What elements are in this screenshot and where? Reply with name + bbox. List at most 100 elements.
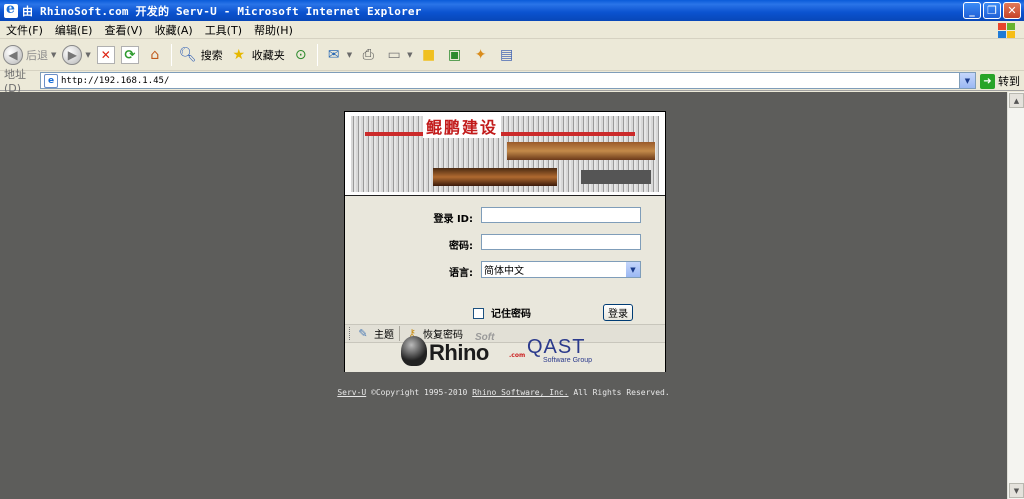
rhinosoft-logo: Soft Rhino .com bbox=[401, 332, 525, 370]
qast-logo-subtitle: Software Group bbox=[543, 357, 593, 364]
research-icon: ✦ bbox=[474, 47, 487, 63]
toolbar-separator bbox=[170, 44, 172, 66]
banner-photo bbox=[581, 170, 651, 184]
forward-arrow-icon: ▶ bbox=[62, 45, 83, 65]
toolbox-icon: ▤ bbox=[499, 47, 514, 63]
company-banner-image: 鲲鹏建设 bbox=[345, 112, 665, 196]
language-label: 语言: bbox=[449, 268, 473, 279]
theme-label: 主题 bbox=[374, 330, 394, 341]
password-label: 密码: bbox=[449, 241, 473, 252]
menu-tools[interactable]: 工具(T) bbox=[199, 22, 248, 38]
address-input[interactable]: e http://192.168.1.45/ ▼ bbox=[40, 72, 976, 89]
copyright-text: ©Copyright 1995-2010 bbox=[366, 388, 473, 397]
discuss-button[interactable]: ■ bbox=[416, 42, 442, 68]
favorites-button[interactable]: ★ 收藏夹 bbox=[226, 42, 288, 68]
history-icon: ⊙ bbox=[294, 47, 307, 63]
servu-link[interactable]: Serv-U bbox=[337, 388, 366, 397]
chevron-down-icon: ▼ bbox=[346, 51, 353, 59]
search-label: 搜索 bbox=[200, 49, 223, 62]
star-icon: ★ bbox=[232, 47, 246, 63]
address-url: http://192.168.1.45/ bbox=[61, 75, 170, 86]
footer: Serv-U ©Copyright 1995-2010 Rhino Softwa… bbox=[0, 388, 1007, 397]
refresh-icon: ⟳ bbox=[120, 46, 139, 64]
menu-edit[interactable]: 编辑(E) bbox=[49, 22, 99, 38]
go-button[interactable]: ➜ 转到 bbox=[980, 73, 1020, 89]
qast-logo-text: QAST bbox=[527, 336, 586, 358]
menu-view[interactable]: 查看(V) bbox=[98, 22, 148, 38]
password-input[interactable] bbox=[481, 234, 641, 250]
mail-button[interactable]: ✉ ▼ bbox=[321, 42, 355, 68]
windows-logo-icon bbox=[996, 22, 1016, 38]
printer-icon: ⎙ bbox=[362, 47, 374, 63]
edit-button[interactable]: ▭ ▼ bbox=[381, 42, 415, 68]
stop-button[interactable]: ✕ bbox=[94, 42, 118, 68]
messenger-button[interactable]: ▣ bbox=[442, 42, 468, 68]
remember-password-checkbox[interactable] bbox=[473, 308, 484, 319]
page-content: 鲲鹏建设 登录 ID: 密码: 语言: 简体中文 ▼ 记住密码 登录 ✎ 主题 bbox=[0, 92, 1007, 499]
scroll-down-icon[interactable]: ▼ bbox=[1009, 483, 1024, 498]
history-button[interactable]: ⊙ bbox=[288, 42, 314, 68]
mail-icon: ✉ bbox=[327, 47, 340, 63]
title-bar: 由 RhinoSoft.com 开发的 Serv-U - Microsoft I… bbox=[0, 0, 1024, 21]
tools-button[interactable]: ▤ bbox=[494, 42, 520, 68]
remember-password-label: 记住密码 bbox=[491, 309, 531, 320]
rhinosoft-link[interactable]: Rhino Software, Inc. bbox=[472, 388, 568, 397]
chevron-down-icon[interactable]: ▼ bbox=[959, 73, 975, 88]
menu-file[interactable]: 文件(F) bbox=[0, 22, 49, 38]
banner-photo bbox=[433, 168, 557, 186]
toolbar-separator bbox=[316, 44, 318, 66]
window-controls: _ ❐ ✕ bbox=[963, 2, 1021, 19]
edit-page-icon: ▭ bbox=[387, 47, 401, 63]
messenger-icon: ▣ bbox=[447, 47, 462, 63]
print-button[interactable]: ⎙ bbox=[355, 42, 381, 68]
scroll-up-icon[interactable]: ▲ bbox=[1009, 93, 1024, 108]
language-select[interactable]: 简体中文 ▼ bbox=[481, 261, 641, 278]
research-button[interactable]: ✦ bbox=[468, 42, 494, 68]
stop-icon: ✕ bbox=[96, 46, 115, 64]
back-label: 后退 bbox=[26, 49, 48, 62]
forward-button[interactable]: ▶ ▼ bbox=[59, 42, 93, 68]
login-panel: 鲲鹏建设 登录 ID: 密码: 语言: 简体中文 ▼ 记住密码 登录 ✎ 主题 bbox=[344, 111, 666, 372]
chevron-down-icon: ▼ bbox=[407, 51, 413, 59]
refresh-button[interactable]: ⟳ bbox=[118, 42, 142, 68]
logo-area: Soft Rhino .com QAST Software Group bbox=[345, 332, 665, 372]
page-icon: e bbox=[44, 73, 58, 88]
theme-icon: ✎ bbox=[358, 327, 368, 340]
login-form: 登录 ID: 密码: 语言: 简体中文 ▼ bbox=[345, 197, 665, 305]
go-arrow-icon: ➜ bbox=[980, 73, 995, 89]
rhino-mark-icon bbox=[401, 336, 427, 366]
home-icon: ⌂ bbox=[150, 47, 160, 63]
language-value: 简体中文 bbox=[484, 266, 524, 277]
address-label: 地址(D) bbox=[4, 68, 26, 95]
theme-button[interactable]: ✎ 主题 bbox=[351, 325, 399, 342]
login-id-label: 登录 ID: bbox=[433, 214, 473, 225]
toolbar: ◀ 后退 ▼ ▶ ▼ ✕ ⟳ ⌂ 🔍︎ 搜索 ★ 收藏夹 ⊙ ✉ ▼ ⎙ ▭ ▼… bbox=[0, 40, 1024, 71]
close-button[interactable]: ✕ bbox=[1003, 2, 1021, 19]
back-arrow-icon: ◀ bbox=[3, 45, 23, 65]
menu-bar: 文件(F) 编辑(E) 查看(V) 收藏(A) 工具(T) 帮助(H) bbox=[0, 21, 1024, 39]
back-button[interactable]: ◀ 后退 ▼ bbox=[0, 42, 59, 68]
note-icon: ■ bbox=[421, 47, 436, 63]
login-button[interactable]: 登录 bbox=[603, 304, 633, 321]
menu-favorites[interactable]: 收藏(A) bbox=[149, 22, 199, 38]
home-button[interactable]: ⌂ bbox=[142, 42, 168, 68]
search-icon: 🔍︎ bbox=[178, 47, 197, 63]
menu-help[interactable]: 帮助(H) bbox=[248, 22, 299, 38]
window-title: 由 RhinoSoft.com 开发的 Serv-U - Microsoft I… bbox=[22, 4, 422, 18]
ie-icon bbox=[4, 1, 18, 18]
favorites-label: 收藏夹 bbox=[251, 49, 285, 62]
banner-photo bbox=[507, 142, 655, 160]
rights-text: All Rights Reserved. bbox=[568, 388, 670, 397]
login-id-input[interactable] bbox=[481, 207, 641, 223]
rhinosoft-logo-com: .com bbox=[509, 352, 526, 359]
chevron-down-icon: ▼ bbox=[85, 51, 91, 59]
chevron-down-icon[interactable]: ▼ bbox=[626, 262, 640, 277]
vertical-scrollbar[interactable]: ▲ ▼ bbox=[1007, 92, 1024, 499]
minimize-button[interactable]: _ bbox=[963, 2, 981, 19]
search-button[interactable]: 🔍︎ 搜索 bbox=[175, 42, 226, 68]
chevron-down-icon: ▼ bbox=[51, 51, 57, 59]
qast-logo: QAST Software Group bbox=[527, 336, 627, 368]
address-bar: 地址(D) e http://192.168.1.45/ ▼ ➜ 转到 bbox=[0, 68, 1024, 95]
restore-button[interactable]: ❐ bbox=[983, 2, 1001, 19]
go-label: 转到 bbox=[998, 75, 1020, 88]
